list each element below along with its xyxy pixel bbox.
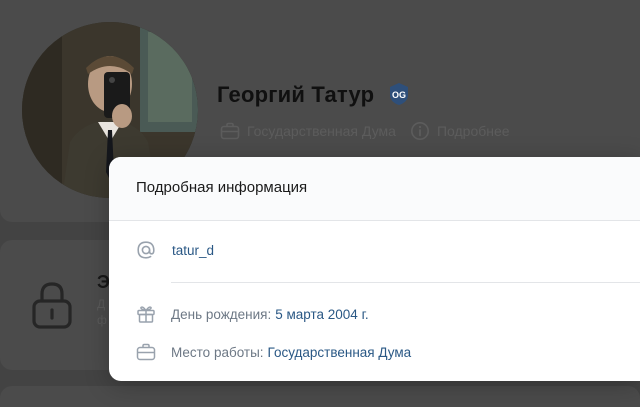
username-link[interactable]: tatur_d [172, 243, 214, 258]
profile-work-text: Государственная Дума [247, 123, 396, 139]
profile-work[interactable]: Государственная Дума [220, 122, 396, 140]
birthday-row: День рождения: 5 марта 2004 г. [136, 303, 369, 325]
profile-meta: Государственная Дума Подробнее [220, 121, 524, 141]
lock-icon [30, 280, 74, 335]
birthday-label: День рождения: [171, 306, 272, 322]
work-row: Место работы: Государственная Дума [136, 341, 411, 363]
modal-title: Подробная информация [136, 179, 308, 196]
work-label: Место работы: [171, 344, 264, 360]
modal-header: Подробная информация [109, 157, 640, 221]
modal-divider [171, 282, 640, 283]
more-info-text: Подробнее [436, 123, 510, 139]
briefcase-icon [220, 122, 240, 140]
gift-icon [137, 306, 155, 323]
username-row: tatur_d [136, 239, 214, 261]
svg-text:OG: OG [392, 90, 406, 100]
detailed-info-modal: Подробная информация tatur_d День рожден… [109, 157, 640, 381]
verified-badge-icon[interactable]: OG [388, 82, 410, 106]
info-circle-icon [410, 122, 429, 140]
work-link[interactable]: Государственная Дума [268, 345, 412, 360]
profile-name: Георгий Татур [217, 82, 375, 107]
profile-page: Георгий Татур OG Государственная Дума По… [0, 0, 640, 407]
at-icon [137, 241, 155, 259]
birthday-link[interactable]: 5 марта 2004 г. [275, 307, 368, 322]
next-section-card [0, 386, 640, 407]
more-info-link[interactable]: Подробнее [410, 121, 510, 141]
briefcase-icon [136, 343, 156, 361]
